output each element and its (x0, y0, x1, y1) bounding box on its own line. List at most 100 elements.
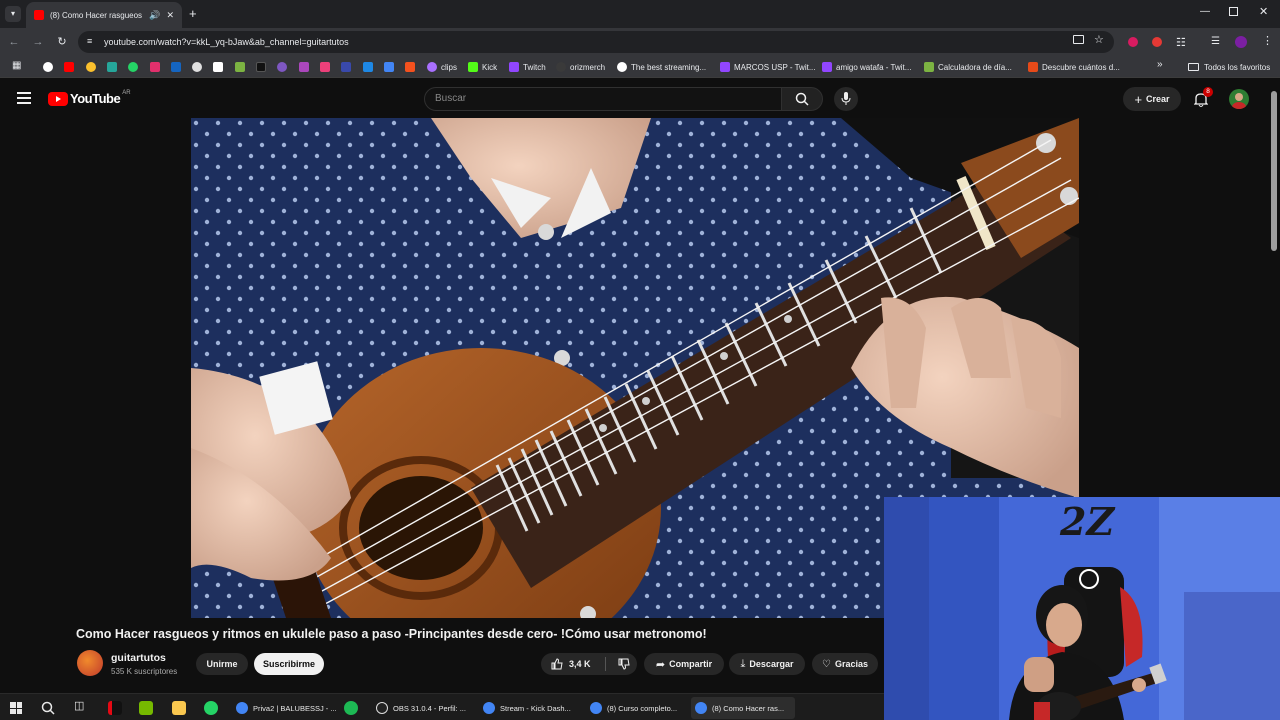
bookmark-icon-10[interactable] (235, 62, 245, 72)
windows-taskbar: ◫ Priva2 | BALUBESSJ - ... OBS 31.0.4 - … (0, 693, 884, 720)
extensions-puzzle-icon[interactable]: ☷ (1176, 36, 1186, 49)
bookmark-kick[interactable]: Kick (468, 60, 497, 74)
svg-text:2Z: 2Z (1059, 499, 1115, 544)
windows-start-icon[interactable] (10, 702, 22, 714)
twitch-icon (509, 62, 519, 72)
more-bookmarks-chevron-icon[interactable]: » (1157, 59, 1163, 70)
bookmark-icon-13[interactable] (299, 62, 309, 72)
whatsapp-bookmark-icon[interactable] (128, 62, 138, 72)
notifications-button[interactable]: 8 (1193, 87, 1213, 108)
create-button[interactable]: + Crear (1123, 87, 1181, 111)
paypal-bookmark-icon[interactable] (171, 62, 181, 72)
bookmark-orizmerch[interactable]: orizmerch (556, 60, 605, 74)
bookmark-icon-4[interactable] (107, 62, 117, 72)
bookmark-icon-8[interactable] (192, 62, 202, 72)
install-app-icon[interactable] (1073, 35, 1084, 44)
voice-search-button[interactable] (834, 87, 858, 111)
apps-grid-icon[interactable]: ▦ (12, 60, 21, 71)
bookmark-icon-14[interactable] (320, 62, 330, 72)
search-taskbar-icon[interactable] (41, 701, 55, 715)
chrome-icon (695, 702, 707, 714)
media-controls-icon[interactable]: ☰ (1211, 36, 1220, 47)
restore-button[interactable] (1229, 7, 1238, 16)
netflix-icon[interactable] (108, 701, 122, 715)
download-button[interactable]: ⤓ Descargar (729, 653, 805, 675)
all-bookmarks-folder[interactable]: Todos los favoritos (1188, 60, 1270, 74)
taskbar-app-priva2[interactable]: Priva2 | BALUBESSJ - ... (232, 697, 337, 719)
channel-avatar[interactable] (77, 650, 103, 676)
search-input[interactable]: Buscar (424, 87, 782, 111)
bookmark-icon-3[interactable] (86, 62, 96, 72)
bookmark-icon-12[interactable] (277, 62, 287, 72)
speaker-icon[interactable]: 🔊 (149, 10, 160, 21)
hamburger-menu-icon[interactable] (17, 92, 31, 104)
page-scrollbar[interactable] (1271, 91, 1277, 251)
back-arrow-icon[interactable]: ← (6, 34, 22, 50)
extension-icon-1[interactable] (1128, 37, 1138, 47)
thanks-button[interactable]: ♡ Gracias (812, 653, 878, 675)
share-button[interactable]: ➦ Compartir (644, 653, 724, 675)
file-explorer-icon[interactable] (172, 701, 186, 715)
bookmark-streaming[interactable]: The best streaming... (617, 60, 706, 74)
whatsapp-icon[interactable] (204, 701, 218, 715)
account-avatar[interactable] (1229, 89, 1249, 109)
bookmark-marcos-usp[interactable]: MARCOS USP - Twit... (720, 60, 816, 74)
channel-name[interactable]: guitartutos (111, 652, 166, 664)
site-info-icon[interactable]: ≡ (87, 36, 92, 46)
instagram-bookmark-icon[interactable] (150, 62, 160, 72)
forward-arrow-icon[interactable]: → (30, 34, 46, 50)
region-code: AR (122, 89, 131, 96)
taskbar-app-obs[interactable]: OBS 31.0.4 - Perfil: ... (372, 697, 466, 719)
spotify-icon[interactable] (344, 701, 358, 715)
orizmerch-icon (556, 62, 566, 72)
browser-menu-icon[interactable]: ⋮ (1262, 34, 1273, 47)
bookmark-icon-15[interactable] (341, 62, 351, 72)
tiktok-bookmark-icon[interactable] (256, 62, 266, 72)
bookmark-icon-16[interactable] (363, 62, 373, 72)
youtube-header: YouTube AR Buscar + Crear 8 (0, 79, 1280, 119)
new-tab-button[interactable]: + (189, 6, 197, 21)
bookmark-icon-9[interactable] (213, 62, 223, 72)
translate-bookmark-icon[interactable] (384, 62, 394, 72)
browser-tab-bar: ▾ (8) Como Hacer rasgueos y 🔊 ✕ + — ✕ (0, 0, 1280, 28)
like-divider (604, 657, 606, 671)
search-button[interactable] (781, 87, 823, 111)
bookmark-clips[interactable]: clips (427, 60, 457, 74)
bookmark-descubre[interactable]: Descubre cuántos d... (1028, 60, 1120, 74)
webcam-overlay: 2Z (884, 497, 1280, 720)
taskbar-app-kick-dashboard[interactable]: Stream - Kick Dash... (479, 697, 571, 719)
minimize-button[interactable]: — (1200, 6, 1210, 17)
thumbs-down-icon[interactable] (618, 658, 630, 670)
bookmark-icon-18[interactable] (405, 62, 415, 72)
google-bookmark-icon[interactable] (43, 62, 53, 72)
browser-tab-active[interactable]: (8) Como Hacer rasgueos y 🔊 ✕ (26, 2, 182, 28)
bookmark-amigo-watafa[interactable]: amigo watafa - Twit... (822, 60, 911, 74)
obs-icon (376, 702, 388, 714)
bookmark-calculadora[interactable]: Calculadora de día... (924, 60, 1012, 74)
task-view-icon[interactable]: ◫ (74, 699, 84, 712)
like-button[interactable]: 3,4 K (551, 658, 591, 670)
join-button[interactable]: Unirme (196, 653, 248, 675)
youtube-logo[interactable]: YouTube AR (48, 89, 131, 106)
heart-dollar-icon: ♡ (822, 658, 831, 670)
profile-avatar[interactable] (1235, 36, 1247, 48)
extension-icon-2[interactable] (1152, 37, 1162, 47)
calculator-icon (924, 62, 934, 72)
taskbar-app-como-hacer[interactable]: (8) Como Hacer ras... (691, 697, 795, 719)
notification-badge: 8 (1203, 87, 1213, 97)
bookmark-star-icon[interactable]: ☆ (1094, 33, 1104, 46)
subscribe-button[interactable]: Suscribirme (254, 653, 324, 675)
address-bar[interactable]: ≡ youtube.com/watch?v=kkL_yq-bJaw&ab_cha… (78, 31, 1114, 53)
clips-icon (427, 62, 437, 72)
twitch-icon (822, 62, 832, 72)
tab-title: (8) Como Hacer rasgueos y (50, 10, 144, 20)
bookmark-twitch[interactable]: Twitch (509, 60, 546, 74)
url-text: youtube.com/watch?v=kkL_yq-bJaw&ab_chann… (104, 37, 349, 47)
youtube-bookmark-icon[interactable] (64, 62, 74, 72)
close-tab-icon[interactable]: ✕ (166, 10, 174, 21)
tab-search-button[interactable]: ▾ (5, 6, 21, 22)
close-window-button[interactable]: ✕ (1259, 5, 1268, 18)
nvidia-icon[interactable] (139, 701, 153, 715)
taskbar-app-curso[interactable]: (8) Curso completo... (586, 697, 677, 719)
reload-icon[interactable]: ↻ (54, 34, 70, 50)
